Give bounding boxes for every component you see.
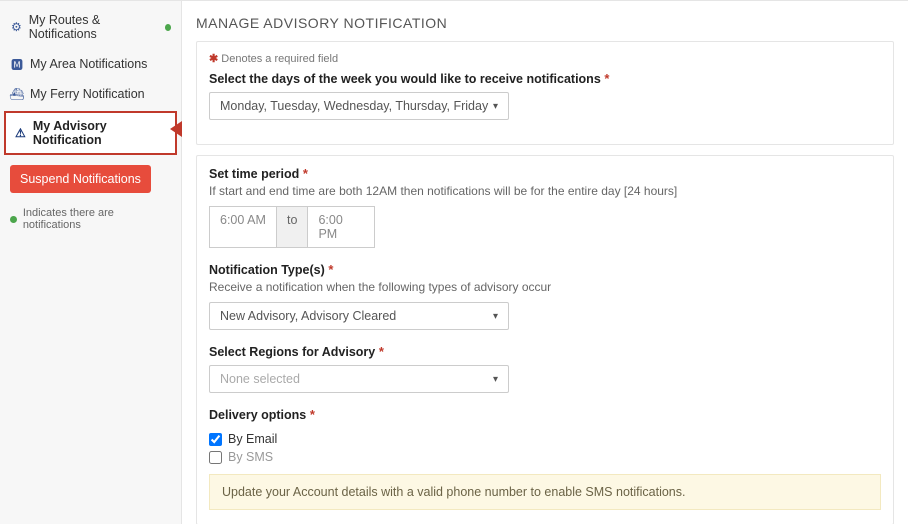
- end-time-input[interactable]: 6:00 PM: [307, 206, 375, 248]
- warning-icon: ⚠: [14, 126, 27, 140]
- sidebar: ⚙ My Routes & Notifications 🅼 My Area No…: [0, 1, 182, 524]
- map-icon: 🅼: [10, 57, 24, 71]
- notification-dot-icon: [10, 216, 17, 223]
- callout-arrow-icon: [170, 121, 182, 137]
- gear-icon: ⚙: [10, 20, 23, 34]
- time-row: 6:00 AM to 6:00 PM: [209, 206, 881, 248]
- star-icon: *: [303, 166, 308, 181]
- delivery-sms-label: By SMS: [228, 450, 273, 464]
- sidebar-item-routes[interactable]: ⚙ My Routes & Notifications: [0, 5, 181, 49]
- main-panel: Set time period * If start and end time …: [196, 155, 894, 524]
- caret-down-icon: ▾: [493, 101, 498, 112]
- days-select[interactable]: Monday, Tuesday, Wednesday, Thursday, Fr…: [209, 92, 509, 120]
- required-legend-text: Denotes a required field: [221, 53, 338, 65]
- main-content: MANAGE ADVISORY NOTIFICATION ✱ Denotes a…: [182, 1, 908, 524]
- time-subtext: If start and end time are both 12AM then…: [209, 184, 881, 198]
- delivery-email-label: By Email: [228, 432, 277, 446]
- ferry-icon: ⛴: [10, 87, 24, 101]
- notification-dot-icon: [165, 24, 171, 31]
- star-icon: *: [310, 407, 315, 422]
- sidebar-legend: Indicates there are notifications: [0, 201, 181, 237]
- sidebar-item-label: My Routes & Notifications: [29, 13, 159, 41]
- sidebar-item-advisory[interactable]: ⚠ My Advisory Notification: [4, 111, 177, 155]
- regions-select-placeholder: None selected: [220, 372, 300, 386]
- time-group: Set time period * If start and end time …: [209, 166, 881, 248]
- types-select[interactable]: New Advisory, Advisory Cleared ▾: [209, 302, 509, 330]
- types-subtext: Receive a notification when the followin…: [209, 280, 881, 294]
- regions-select[interactable]: None selected ▾: [209, 365, 509, 393]
- days-select-value: Monday, Tuesday, Wednesday, Thursday, Fr…: [220, 99, 488, 113]
- days-panel: ✱ Denotes a required field Select the da…: [196, 41, 894, 145]
- caret-down-icon: ▾: [493, 374, 498, 385]
- types-select-value: New Advisory, Advisory Cleared: [220, 309, 396, 323]
- types-group: Notification Type(s) * Receive a notific…: [209, 262, 881, 330]
- delivery-label: Delivery options: [209, 408, 306, 422]
- start-time-input[interactable]: 6:00 AM: [209, 206, 277, 248]
- regions-label: Select Regions for Advisory: [209, 345, 375, 359]
- delivery-email-checkbox[interactable]: [209, 433, 222, 446]
- delivery-sms-row[interactable]: By SMS: [209, 450, 881, 464]
- delivery-sms-checkbox[interactable]: [209, 451, 222, 464]
- regions-group: Select Regions for Advisory * None selec…: [209, 344, 881, 393]
- required-legend: ✱ Denotes a required field: [209, 52, 881, 65]
- sidebar-item-label: My Advisory Notification: [33, 119, 167, 147]
- delivery-group: Delivery options * By Email By SMS Updat…: [209, 407, 881, 510]
- star-icon: *: [379, 344, 384, 359]
- star-icon: *: [328, 262, 333, 277]
- sidebar-item-ferry[interactable]: ⛴ My Ferry Notification: [0, 79, 181, 109]
- to-separator: to: [277, 206, 307, 248]
- sidebar-item-label: My Ferry Notification: [30, 87, 145, 101]
- days-label: Select the days of the week you would li…: [209, 72, 601, 86]
- suspend-notifications-button[interactable]: Suspend Notifications: [10, 165, 151, 193]
- delivery-email-row[interactable]: By Email: [209, 432, 881, 446]
- time-label: Set time period: [209, 167, 299, 181]
- sms-warning: Update your Account details with a valid…: [209, 474, 881, 510]
- caret-down-icon: ▾: [493, 311, 498, 322]
- star-icon: ✱: [209, 53, 218, 65]
- sidebar-item-label: My Area Notifications: [30, 57, 147, 71]
- legend-text: Indicates there are notifications: [23, 207, 171, 231]
- sidebar-item-area[interactable]: 🅼 My Area Notifications: [0, 49, 181, 79]
- star-icon: *: [604, 71, 609, 86]
- page-title: MANAGE ADVISORY NOTIFICATION: [196, 15, 894, 31]
- app-root: ⚙ My Routes & Notifications 🅼 My Area No…: [0, 0, 908, 524]
- types-label: Notification Type(s): [209, 263, 325, 277]
